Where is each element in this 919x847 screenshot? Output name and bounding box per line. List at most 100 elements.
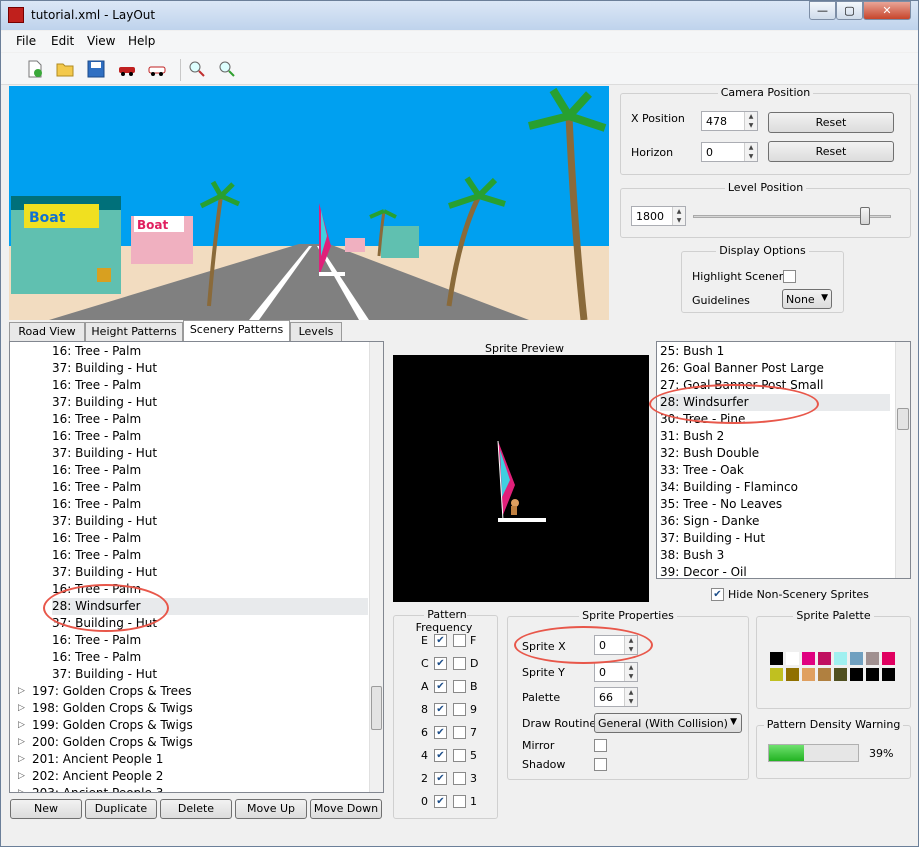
tree-group[interactable]: 203: Ancient People 3	[32, 785, 163, 792]
hide-non-scenery-checkbox[interactable]: ✔	[711, 588, 724, 601]
x-position-spinbox[interactable]: 478 ▲ ▼	[701, 111, 758, 131]
menu-view[interactable]: View	[87, 34, 115, 48]
palette-swatch[interactable]	[834, 668, 847, 681]
tree-item[interactable]: 16: Tree - Palm	[52, 462, 141, 479]
tree-item[interactable]: 16: Tree - Palm	[52, 479, 141, 496]
expand-arrow-icon[interactable]: ▷	[18, 683, 25, 700]
frequency-checkbox[interactable]	[453, 634, 466, 647]
expand-arrow-icon[interactable]: ▷	[18, 785, 25, 792]
tree-item[interactable]: 16: Tree - Palm	[52, 411, 141, 428]
frequency-checkbox[interactable]	[453, 726, 466, 739]
sprite-list[interactable]: 25: Bush 1 26: Goal Banner Post Large 27: …	[656, 341, 911, 579]
expand-arrow-icon[interactable]: ▷	[18, 734, 25, 751]
open-folder-icon[interactable]	[55, 59, 75, 79]
tree-item[interactable]: 37: Building - Hut	[52, 360, 157, 377]
close-button[interactable]: ✕	[863, 1, 911, 20]
frequency-checkbox[interactable]	[453, 680, 466, 693]
tab-height-patterns[interactable]: Height Patterns	[85, 322, 183, 341]
tree-item[interactable]: 37: Building - Hut	[52, 666, 157, 683]
sprite-list-item[interactable]: 33: Tree - Oak	[660, 462, 744, 479]
frequency-checkbox[interactable]	[453, 703, 466, 716]
spin-arrows-icon[interactable]: ▲ ▼	[744, 112, 757, 130]
sprite-list-scroll-thumb[interactable]	[897, 408, 909, 430]
expand-arrow-icon[interactable]: ▷	[18, 717, 25, 734]
tree-group[interactable]: 202: Ancient People 2	[32, 768, 163, 785]
tree-item[interactable]: 16: Tree - Palm	[52, 547, 141, 564]
frequency-checkbox[interactable]: ✔	[434, 795, 447, 808]
frequency-checkbox[interactable]	[453, 772, 466, 785]
frequency-checkbox[interactable]: ✔	[434, 749, 447, 762]
palette-swatch[interactable]	[882, 652, 895, 665]
save-disk-icon[interactable]	[86, 59, 106, 79]
car-outline-icon[interactable]	[147, 59, 167, 79]
sprite-list-item[interactable]: 34: Building - Flaminco	[660, 479, 798, 496]
expand-arrow-icon[interactable]: ▷	[18, 768, 25, 785]
title-bar[interactable]: tutorial.xml - LayOut — ▢ ✕	[1, 1, 918, 30]
new-pattern-button[interactable]: New	[10, 799, 82, 819]
frequency-checkbox[interactable]: ✔	[434, 680, 447, 693]
tree-item[interactable]: 16: Tree - Palm	[52, 632, 141, 649]
palette-swatch[interactable]	[866, 652, 879, 665]
delete-pattern-button[interactable]: Delete	[160, 799, 232, 819]
tree-group[interactable]: 200: Golden Crops & Twigs	[32, 734, 193, 751]
palette-swatch[interactable]	[786, 668, 799, 681]
tree-vertical-scrollbar[interactable]	[369, 342, 383, 792]
tree-item[interactable]: 16: Tree - Palm	[52, 649, 141, 666]
sprite-list-item[interactable]: 25: Bush 1	[660, 343, 724, 360]
tree-group[interactable]: 201: Ancient People 1	[32, 751, 163, 768]
palette-swatch[interactable]	[882, 668, 895, 681]
scenery-pattern-tree[interactable]: 16: Tree - Palm 37: Building - Hut 16: Tre…	[9, 341, 384, 793]
expand-arrow-icon[interactable]: ▷	[18, 700, 25, 717]
level-position-spinbox[interactable]: 1800 ▲ ▼	[631, 206, 686, 226]
duplicate-pattern-button[interactable]: Duplicate	[85, 799, 157, 819]
tree-scroll-thumb[interactable]	[371, 686, 382, 730]
sprite-list-item[interactable]: 38: Bush 3	[660, 547, 724, 564]
highlight-scenery-checkbox[interactable]	[783, 270, 796, 283]
road-view-scene[interactable]: Boat Boat	[9, 86, 609, 320]
tree-item[interactable]: 37: Building - Hut	[52, 513, 157, 530]
new-file-icon[interactable]	[25, 59, 45, 79]
menu-help[interactable]: Help	[128, 34, 155, 48]
frequency-checkbox[interactable]: ✔	[434, 634, 447, 647]
tree-item[interactable]: 37: Building - Hut	[52, 394, 157, 411]
tree-group[interactable]: 198: Golden Crops & Twigs	[32, 700, 193, 717]
palette-swatch[interactable]	[786, 652, 799, 665]
palette-swatch[interactable]	[818, 652, 831, 665]
frequency-checkbox[interactable]: ✔	[434, 726, 447, 739]
move-up-button[interactable]: Move Up	[235, 799, 307, 819]
tree-item[interactable]: 16: Tree - Palm	[52, 496, 141, 513]
tab-road-view[interactable]: Road View	[9, 322, 85, 341]
car-icon[interactable]	[117, 59, 137, 79]
tree-item[interactable]: 16: Tree - Palm	[52, 377, 141, 394]
maximize-button[interactable]: ▢	[836, 1, 863, 20]
tree-item[interactable]: 16: Tree - Palm	[52, 343, 141, 360]
tab-scenery-patterns[interactable]: Scenery Patterns	[183, 320, 290, 342]
tree-item[interactable]: 16: Tree - Palm	[52, 428, 141, 445]
tree-item[interactable]: 37: Building - Hut	[52, 445, 157, 462]
tree-group[interactable]: 199: Golden Crops & Twigs	[32, 717, 193, 734]
spin-arrows-icon[interactable]: ▲ ▼	[624, 688, 637, 706]
sprite-list-item[interactable]: 35: Tree - No Leaves	[660, 496, 782, 513]
sprite-list-item[interactable]: 32: Bush Double	[660, 445, 759, 462]
palette-swatch[interactable]	[802, 652, 815, 665]
palette-swatch[interactable]	[770, 668, 783, 681]
zoom-in-icon[interactable]	[187, 59, 207, 79]
palette-swatch[interactable]	[850, 668, 863, 681]
tree-group[interactable]: 197: Golden Crops & Trees	[32, 683, 192, 700]
sprite-list-item[interactable]: 31: Bush 2	[660, 428, 724, 445]
palette-swatch[interactable]	[866, 668, 879, 681]
level-slider-thumb[interactable]	[860, 207, 871, 225]
sprite-list-item[interactable]: 39: Decor - Oil	[660, 564, 747, 578]
palette-swatch[interactable]	[770, 652, 783, 665]
spin-arrows-icon[interactable]: ▲ ▼	[744, 143, 757, 161]
expand-arrow-icon[interactable]: ▷	[18, 751, 25, 768]
mirror-checkbox[interactable]	[594, 739, 607, 752]
sprite-list-scrollbar[interactable]	[895, 342, 910, 578]
sprite-list-item[interactable]: 37: Building - Hut	[660, 530, 765, 547]
spin-arrows-icon[interactable]: ▲ ▼	[672, 207, 685, 225]
menu-edit[interactable]: Edit	[51, 34, 74, 48]
tree-item[interactable]: 16: Tree - Palm	[52, 530, 141, 547]
menu-file[interactable]: File	[16, 34, 36, 48]
palette-swatch[interactable]	[850, 652, 863, 665]
frequency-checkbox[interactable]: ✔	[434, 772, 447, 785]
